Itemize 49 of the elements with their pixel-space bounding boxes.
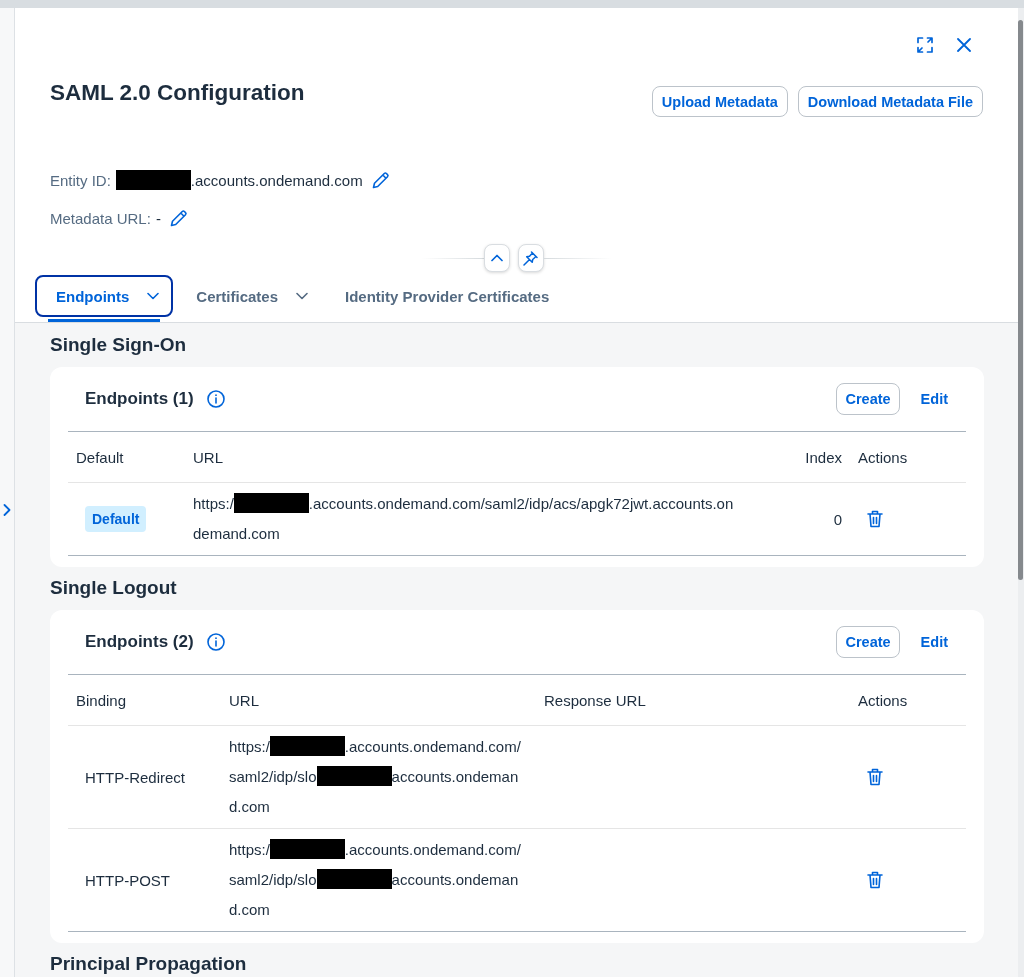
chevron-up-icon	[490, 254, 503, 262]
status-badge: Default	[85, 506, 147, 532]
page-title: SAML 2.0 Configuration	[50, 79, 305, 107]
close-icon[interactable]	[957, 38, 971, 52]
binding-text: HTTP-POST	[85, 871, 170, 889]
trash-icon[interactable]	[867, 510, 883, 528]
index-value: 0	[833, 510, 842, 528]
column-header: Index	[804, 448, 843, 466]
info-icon[interactable]	[206, 390, 225, 408]
outlined-button[interactable]: Create	[836, 383, 900, 415]
pin-button[interactable]	[517, 244, 544, 272]
column-header: URL	[228, 691, 260, 709]
pencil-icon[interactable]	[169, 209, 188, 227]
section-title: Principal Propagation	[50, 953, 248, 975]
trash-icon[interactable]	[867, 871, 883, 889]
header-button[interactable]: Download Metadata File	[797, 86, 983, 117]
column-header: URL	[192, 448, 224, 466]
scrollbar-thumb[interactable]	[1018, 20, 1023, 580]
column-header: Binding	[75, 691, 128, 709]
field-label: Metadata URL:	[50, 209, 151, 227]
fullscreen-icon[interactable]	[917, 37, 933, 53]
collapse-button[interactable]	[483, 244, 510, 272]
url-text: https:/ .accounts.ondemand.com/saml2/idp/acs/apgk72jwt.accounts.ondemand.com	[193, 492, 735, 544]
chevron-right-icon[interactable]	[3, 504, 11, 516]
url-text: https:/ .accounts.ondemand.com/saml2/idp/slo accounts.ondemand.com	[229, 735, 522, 817]
header-button[interactable]: Upload Metadata	[651, 86, 788, 117]
tab[interactable]: Identity Provider Certificates	[324, 275, 564, 322]
section-title: Single Sign-On	[50, 334, 188, 356]
tab[interactable]: Endpoints	[35, 275, 174, 322]
field-label: Entity ID:	[50, 171, 111, 189]
pin-icon	[523, 250, 538, 266]
outlined-button[interactable]: Create	[836, 626, 900, 658]
field-value: .accounts.ondemand.com	[115, 170, 363, 190]
column-header: Actions	[857, 448, 909, 466]
url-text: https:/ .accounts.ondemand.com/saml2/idp/slo accounts.ondemand.com	[229, 838, 522, 920]
table-title: Endpoints (1)	[85, 389, 194, 409]
tab[interactable]: Certificates	[175, 275, 323, 322]
column-header: Response URL	[543, 691, 647, 709]
text-button[interactable]: Edit	[907, 626, 961, 658]
info-icon[interactable]	[206, 633, 225, 651]
column-header: Actions	[857, 691, 909, 709]
binding-text: HTTP-Redirect	[85, 768, 185, 786]
text-button[interactable]: Edit	[907, 383, 961, 415]
section-title: Single Logout	[50, 577, 178, 599]
column-header: Default	[75, 448, 125, 466]
trash-icon[interactable]	[867, 768, 883, 786]
pencil-icon[interactable]	[371, 171, 390, 189]
table-title: Endpoints (2)	[85, 632, 194, 652]
field-value: -	[155, 209, 161, 227]
